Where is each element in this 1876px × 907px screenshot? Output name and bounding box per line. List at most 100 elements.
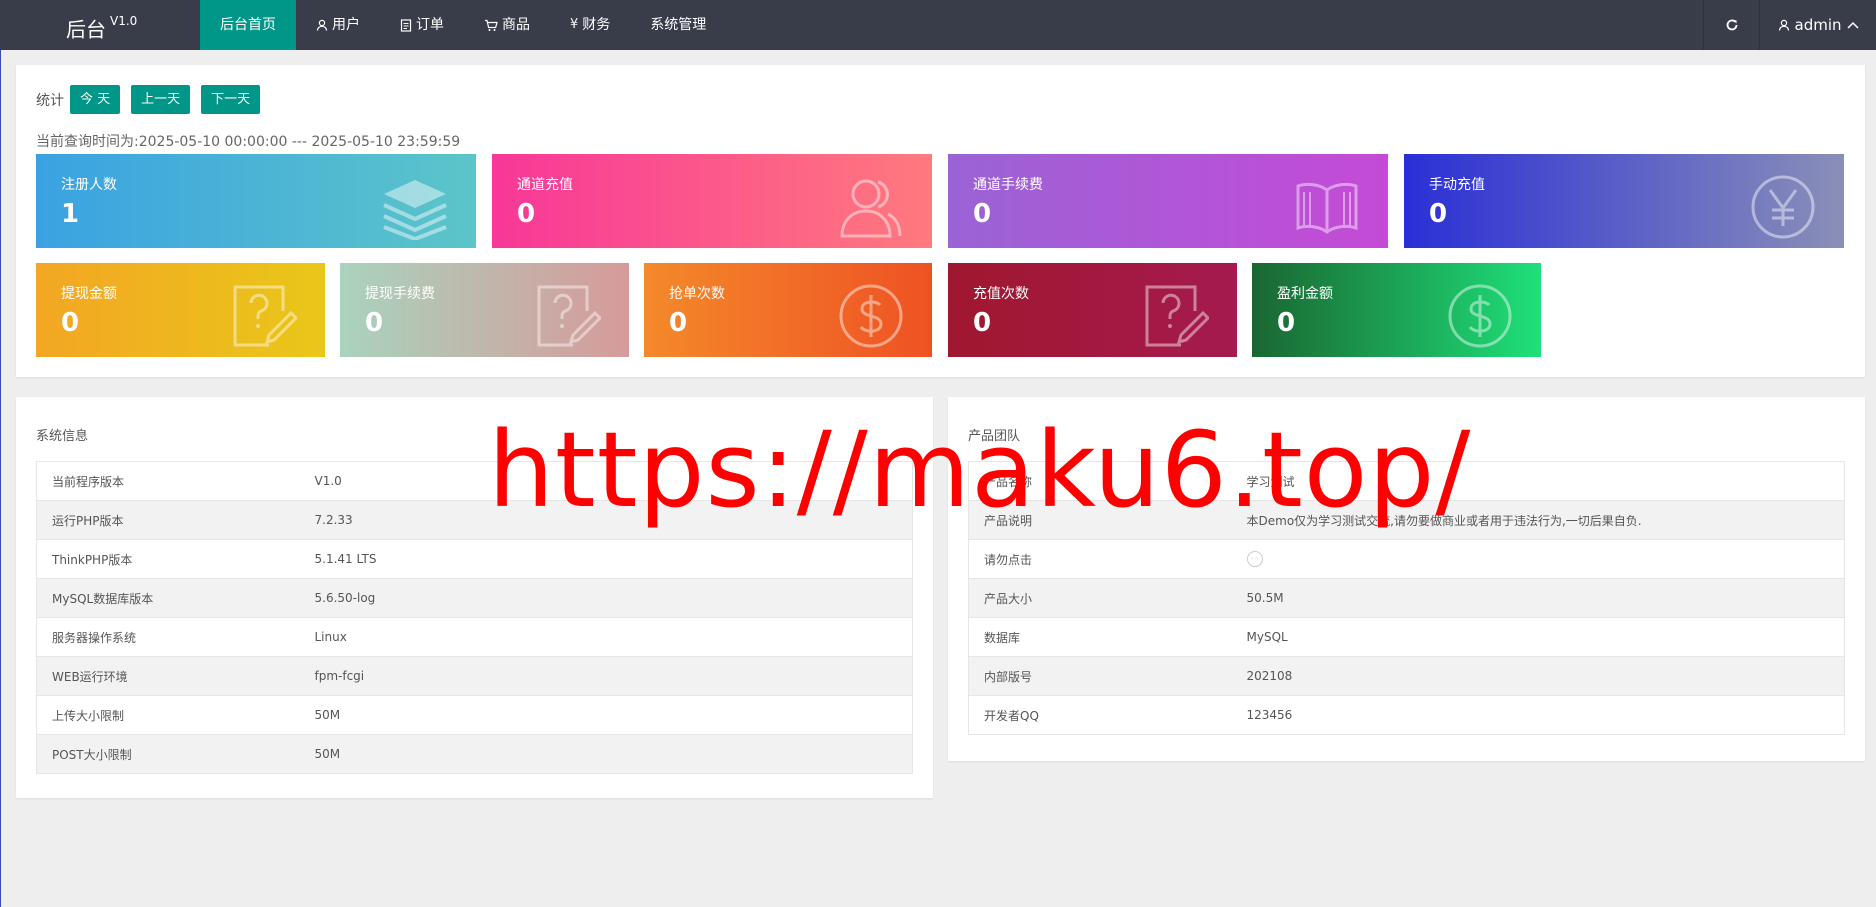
document-icon bbox=[400, 18, 412, 32]
card-value: 1 bbox=[61, 199, 80, 229]
stat-card-grab-count: 抢单次数 0 bbox=[644, 263, 932, 357]
user-icon bbox=[316, 19, 328, 31]
card-value: 0 bbox=[61, 308, 80, 338]
row-value: fpm-fcgi bbox=[299, 656, 913, 696]
row-value: 123456 bbox=[1231, 695, 1845, 735]
yen-circle-icon bbox=[1751, 175, 1815, 239]
today-button[interactable]: 今 天 bbox=[70, 85, 121, 114]
stat-card-channel-fee: 通道手续费 0 bbox=[948, 154, 1388, 248]
table-row: 服务器操作系统 Linux bbox=[36, 617, 913, 657]
row-label: WEB运行环境 bbox=[36, 656, 300, 696]
table-row: 产品大小 50.5M bbox=[968, 578, 1845, 618]
system-info-title: 系统信息 bbox=[36, 429, 89, 444]
row-value: 50.5M bbox=[1231, 578, 1845, 618]
nav-users[interactable]: 用户 bbox=[296, 0, 380, 50]
nav-home-label: 后台首页 bbox=[220, 17, 276, 33]
card-value: 0 bbox=[973, 199, 992, 229]
row-value: MySQL bbox=[1231, 617, 1845, 657]
card-value: 0 bbox=[1277, 308, 1296, 338]
table-row: 上传大小限制 50M bbox=[36, 695, 913, 735]
row-label: ThinkPHP版本 bbox=[36, 539, 300, 579]
card-value: 0 bbox=[973, 308, 992, 338]
row-value: 5.6.50-log bbox=[299, 578, 913, 618]
row-value: 5.1.41 LTS bbox=[299, 539, 913, 579]
next-day-button[interactable]: 下一天 bbox=[201, 85, 261, 114]
card-title: 通道手续费 bbox=[973, 177, 1043, 193]
card-title: 提现金额 bbox=[61, 286, 117, 302]
main-nav: 后台首页 用户 订单 商品 ¥ 财务 系统管理 bbox=[200, 0, 726, 50]
stats-panel: 统计 今 天 上一天 下一天 当前查询时间为:2025-05-10 00:00:… bbox=[16, 65, 1865, 377]
stat-card-withdraw-amount: 提现金额 0 bbox=[36, 263, 325, 357]
nav-finance-label: 财务 bbox=[582, 17, 611, 33]
cart-icon bbox=[485, 19, 498, 31]
row-label: 上传大小限制 bbox=[36, 695, 300, 735]
stat-card-recharge-count: 充值次数 0 bbox=[948, 263, 1237, 357]
card-title: 抢单次数 bbox=[669, 286, 725, 302]
row-label: 请勿点击 bbox=[968, 539, 1232, 579]
nav-system-label: 系统管理 bbox=[650, 17, 707, 33]
users-icon bbox=[840, 179, 902, 238]
chevron-up-icon bbox=[1846, 21, 1859, 29]
dollar-circle-icon bbox=[1448, 284, 1512, 348]
table-row: 请勿点击 ◦◦ bbox=[968, 539, 1845, 579]
stat-card-registrations: 注册人数 1 bbox=[36, 154, 476, 248]
card-title: 充值次数 bbox=[973, 286, 1029, 302]
nav-orders-label: 订单 bbox=[416, 17, 444, 33]
nav-users-label: 用户 bbox=[332, 17, 360, 33]
row-value: Linux bbox=[299, 617, 913, 657]
row-label: 内部版号 bbox=[968, 656, 1232, 696]
yen-icon: ¥ bbox=[570, 17, 579, 32]
table-row: ThinkPHP版本 5.1.41 LTS bbox=[36, 539, 913, 579]
nav-products[interactable]: 商品 bbox=[464, 0, 550, 50]
question-note-icon bbox=[537, 285, 601, 347]
row-value: 50M bbox=[299, 734, 913, 774]
table-row: 内部版号 202108 bbox=[968, 656, 1845, 696]
question-note-icon bbox=[233, 285, 297, 347]
version-label: V1.0 bbox=[110, 14, 138, 28]
dollar-circle-icon bbox=[839, 284, 903, 348]
table-row: 开发者QQ 123456 bbox=[968, 695, 1845, 735]
row-value: 202108 bbox=[1231, 656, 1845, 696]
card-title: 盈利金额 bbox=[1277, 286, 1333, 302]
card-title: 通道充值 bbox=[517, 177, 573, 193]
prev-day-button[interactable]: 上一天 bbox=[131, 85, 191, 114]
user-menu[interactable]: admin bbox=[1759, 0, 1876, 50]
row-label: 运行PHP版本 bbox=[36, 500, 300, 540]
logo-text: 后台 bbox=[66, 17, 106, 42]
watermark-url: https://maku6.top/ bbox=[488, 409, 1472, 531]
link-icon[interactable]: ◦◦ bbox=[1246, 551, 1263, 567]
top-header: 后台 V1.0 后台首页 用户 订单 商品 ¥ 财务 系统管理 admin bbox=[0, 0, 1876, 50]
table-row: 数据库 MySQL bbox=[968, 617, 1845, 657]
row-label: 数据库 bbox=[968, 617, 1232, 657]
nav-system[interactable]: 系统管理 bbox=[630, 0, 726, 50]
refresh-button[interactable] bbox=[1703, 0, 1759, 50]
stats-label: 统计 bbox=[36, 92, 64, 109]
table-row: MySQL数据库版本 5.6.50-log bbox=[36, 578, 913, 618]
row-label: 当前程序版本 bbox=[36, 461, 300, 501]
layers-icon bbox=[383, 180, 447, 240]
refresh-icon bbox=[1726, 19, 1737, 31]
stat-card-channel-recharge: 通道充值 0 bbox=[492, 154, 932, 248]
nav-products-label: 商品 bbox=[502, 17, 530, 33]
row-value: 50M bbox=[299, 695, 913, 735]
nav-orders[interactable]: 订单 bbox=[380, 0, 464, 50]
logo[interactable]: 后台 V1.0 bbox=[66, 0, 137, 50]
query-range-text: 当前查询时间为:2025-05-10 00:00:00 --- 2025-05-… bbox=[36, 134, 461, 150]
stat-card-profit: 盈利金额 0 bbox=[1252, 263, 1541, 357]
user-icon bbox=[1778, 19, 1789, 31]
stat-card-manual-recharge: 手动充值 0 bbox=[1404, 154, 1844, 248]
card-value: 0 bbox=[669, 308, 688, 338]
row-label: 服务器操作系统 bbox=[36, 617, 300, 657]
card-value: 0 bbox=[1429, 199, 1448, 229]
nav-home[interactable]: 后台首页 bbox=[200, 0, 296, 50]
row-label: 产品大小 bbox=[968, 578, 1232, 618]
header-right: admin bbox=[1703, 0, 1876, 50]
table-row: POST大小限制 50M bbox=[36, 734, 913, 774]
stat-card-withdraw-fee: 提现手续费 0 bbox=[340, 263, 629, 357]
window-edge bbox=[0, 50, 1, 907]
row-label: 开发者QQ bbox=[968, 695, 1232, 735]
nav-finance[interactable]: ¥ 财务 bbox=[550, 0, 630, 50]
row-value: ◦◦ bbox=[1231, 539, 1845, 579]
stats-toolbar: 统计 今 天 上一天 下一天 bbox=[36, 85, 271, 114]
book-icon bbox=[1296, 182, 1358, 234]
